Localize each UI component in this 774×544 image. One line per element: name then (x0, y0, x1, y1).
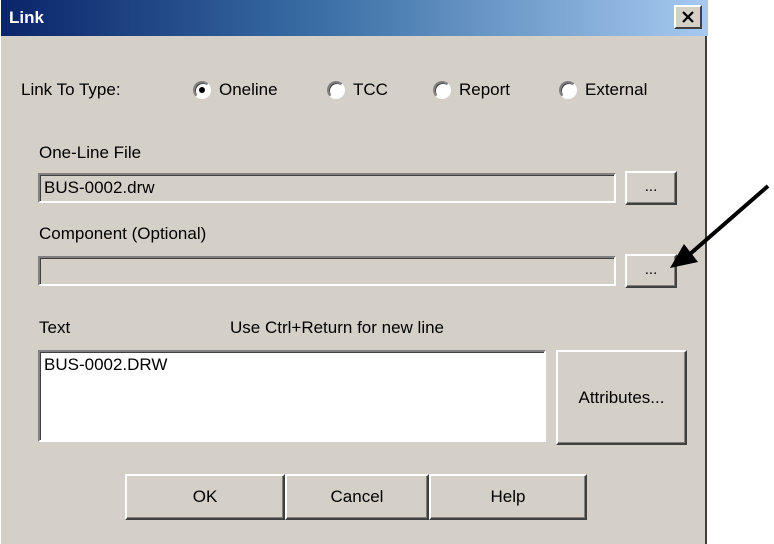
arrow-head-icon (670, 244, 698, 268)
annotation-arrow (670, 184, 770, 268)
